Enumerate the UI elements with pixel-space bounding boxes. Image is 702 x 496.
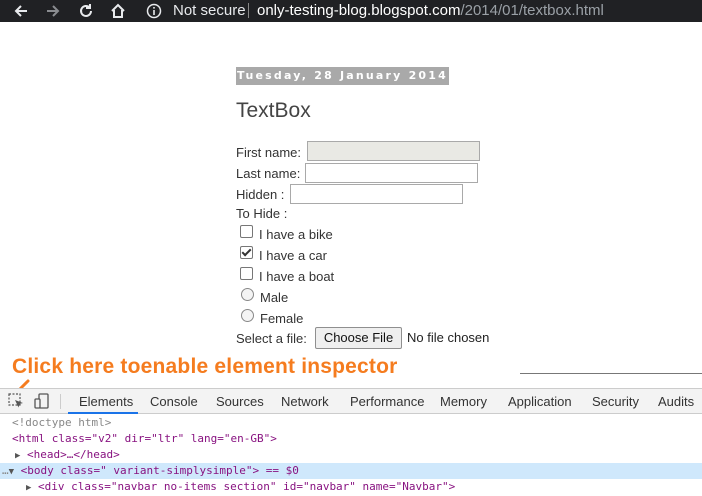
arrow-right-icon[interactable] (42, 0, 64, 22)
tab-memory[interactable]: Memory (440, 394, 487, 409)
tab-performance[interactable]: Performance (350, 394, 424, 409)
hidden-label: Hidden : (236, 187, 285, 202)
more-options-icon[interactable]: … (0, 464, 9, 477)
male-radio[interactable] (241, 288, 254, 301)
tab-separator (60, 394, 61, 409)
expand-triangle-icon[interactable]: ▶ (0, 483, 31, 493)
male-label: Male (260, 290, 289, 305)
female-radio[interactable] (241, 309, 254, 322)
home-icon[interactable] (107, 0, 129, 22)
to-hide-label: To Hide : (236, 206, 288, 221)
devtools-panel: Elements Console Sources Network Perform… (0, 388, 702, 493)
body-tag-text: <body class=" variant-simplysimple"> == … (20, 464, 299, 477)
hidden-input[interactable] (290, 184, 463, 204)
collapse-triangle-icon[interactable]: ▼ (9, 467, 14, 477)
url-divider (248, 3, 249, 18)
car-checkbox[interactable] (240, 246, 253, 259)
address-bar[interactable]: only-testing-blog.blogspot.com/2014/01/t… (257, 2, 604, 19)
div-tag-text: <div class="navbar no-items section" id=… (38, 480, 456, 493)
boat-checkbox[interactable] (240, 267, 253, 280)
devtools-tab-bar: Elements Console Sources Network Perform… (0, 388, 702, 414)
expand-triangle-icon[interactable]: ▶ (0, 451, 20, 461)
tab-application[interactable]: Application (508, 394, 572, 409)
female-label: Female (260, 311, 304, 326)
device-toolbar-icon[interactable] (33, 392, 51, 410)
dom-node-body[interactable]: …▼ <body class=" variant-simplysimple"> … (0, 463, 702, 479)
tab-console[interactable]: Console (150, 394, 198, 409)
file-status: No file chosen (407, 330, 490, 345)
url-host: only-testing-blog.blogspot.com (257, 2, 461, 19)
tab-network[interactable]: Network (281, 394, 329, 409)
tab-audits[interactable]: Audits (658, 394, 694, 409)
html-tag-text: <html class="v2" dir="ltr" lang="en-GB"> (12, 432, 277, 445)
car-label: I have a car (259, 248, 327, 263)
dom-node-navbar-div[interactable]: ▶ <div class="navbar no-items section" i… (0, 479, 702, 495)
active-tab-indicator (68, 412, 138, 414)
bike-label: I have a bike (259, 227, 333, 242)
security-label[interactable]: Not secure (173, 2, 246, 19)
info-icon[interactable] (146, 3, 162, 19)
dom-node-html[interactable]: <html class="v2" dir="ltr" lang="en-GB"> (0, 431, 702, 447)
dom-node-head[interactable]: ▶ <head>…</head> (0, 447, 702, 463)
last-name-input[interactable] (305, 163, 478, 183)
browser-toolbar: Not secure only-testing-blog.blogspot.co… (0, 0, 702, 22)
first-name-label: First name: (236, 145, 302, 160)
head-tag-text: <head>…</head> (27, 448, 120, 461)
post-title[interactable]: TextBox (236, 99, 311, 123)
doctype-text: <!doctype html> (12, 416, 112, 429)
divider-line (520, 373, 702, 374)
reload-icon[interactable] (75, 0, 97, 22)
inspect-element-icon[interactable] (7, 392, 25, 410)
dom-node-doctype[interactable]: <!doctype html> (0, 415, 702, 431)
tab-security[interactable]: Security (592, 394, 639, 409)
tab-sources[interactable]: Sources (216, 394, 264, 409)
arrow-left-icon[interactable] (10, 0, 32, 22)
date-header: Tuesday, 28 January 2014 (236, 67, 449, 85)
file-label: Select a file: (236, 331, 307, 346)
annotation-text: Click here toenable element inspector (12, 355, 398, 378)
bike-checkbox[interactable] (240, 225, 253, 238)
choose-file-button[interactable]: Choose File (315, 327, 402, 349)
tab-elements[interactable]: Elements (79, 394, 133, 409)
last-name-label: Last name: (236, 166, 301, 181)
first-name-input[interactable] (307, 141, 480, 161)
url-path: /2014/01/textbox.html (460, 2, 604, 19)
boat-label: I have a boat (259, 269, 335, 284)
